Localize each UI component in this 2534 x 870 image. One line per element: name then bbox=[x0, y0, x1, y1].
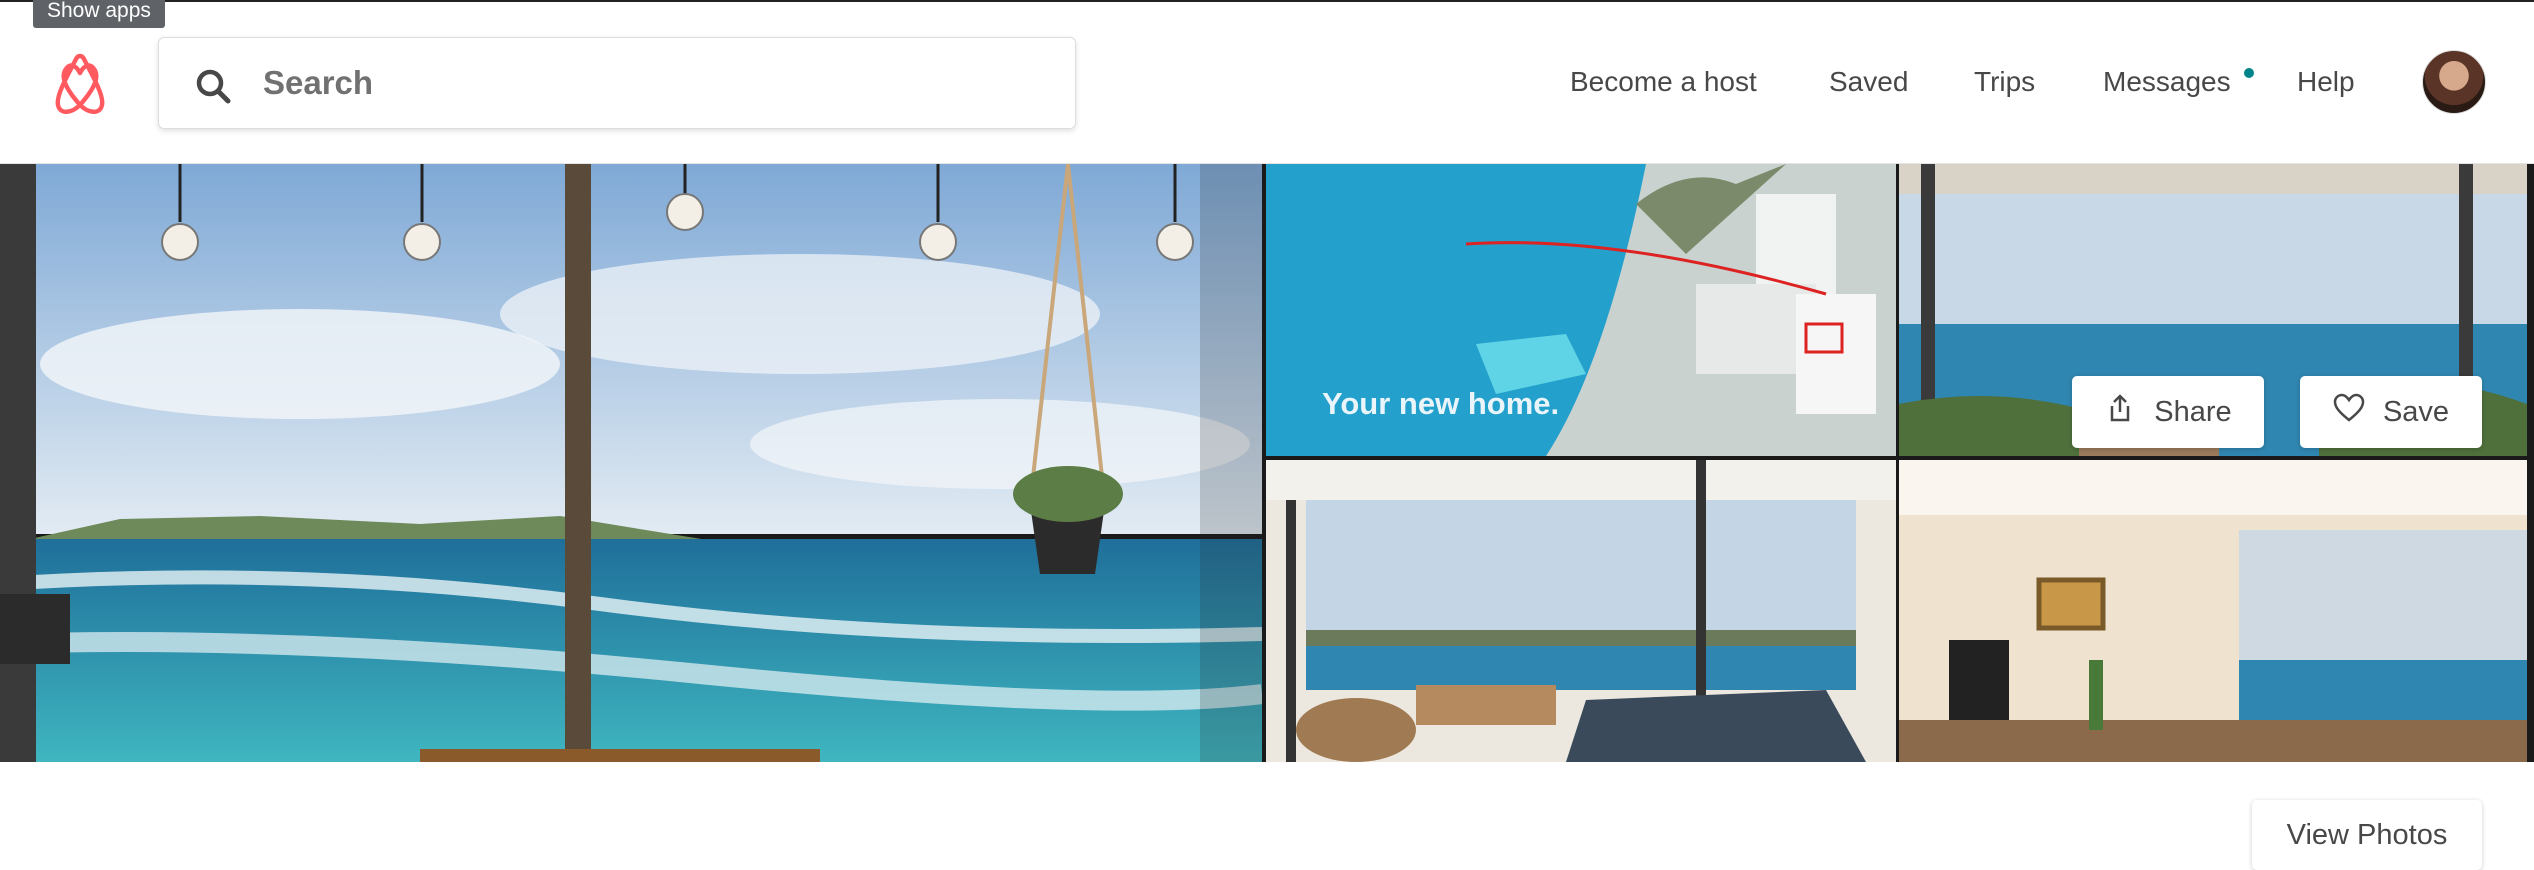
avatar[interactable] bbox=[2422, 50, 2486, 114]
nav-help[interactable]: Help bbox=[2297, 66, 2355, 98]
save-button[interactable]: Save bbox=[2300, 376, 2482, 448]
view-photos-button[interactable]: View Photos bbox=[2252, 800, 2482, 870]
share-label: Share bbox=[2154, 395, 2232, 428]
unread-dot-icon bbox=[2244, 68, 2254, 78]
heart-icon bbox=[2333, 392, 2365, 432]
search-bar[interactable]: Search bbox=[158, 37, 1076, 129]
nav-saved[interactable]: Saved bbox=[1829, 66, 1908, 98]
save-label: Save bbox=[2382, 395, 2450, 428]
room-photo[interactable] bbox=[1899, 460, 2527, 762]
show-apps-tooltip: Show apps bbox=[33, 0, 165, 28]
search-input[interactable]: Search bbox=[263, 64, 373, 102]
living-room-photo[interactable] bbox=[1266, 460, 1896, 762]
nav-messages[interactable]: Messages bbox=[2103, 66, 2231, 98]
view-photos-label: View Photos bbox=[2286, 818, 2448, 851]
photo-gallery: Your new home. Share Save View Photos bbox=[0, 164, 2534, 870]
search-icon bbox=[193, 66, 233, 106]
aerial-caption: Your new home. bbox=[1322, 386, 1560, 421]
share-icon bbox=[2104, 392, 2136, 432]
share-button[interactable]: Share bbox=[2072, 376, 2264, 448]
nav-trips[interactable]: Trips bbox=[1974, 66, 2035, 98]
main-photo[interactable] bbox=[0, 164, 1262, 762]
nav-become-host[interactable]: Become a host bbox=[1570, 66, 1757, 98]
top-header: Search Become a host Saved Trips Message… bbox=[0, 0, 2534, 164]
airbnb-logo-icon[interactable] bbox=[48, 50, 112, 120]
